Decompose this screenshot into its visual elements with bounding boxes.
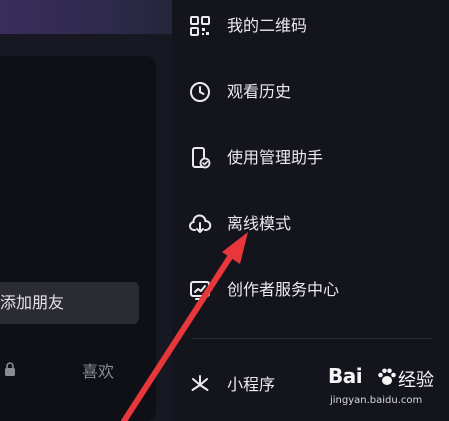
menu-item-creator-center[interactable]: 创作者服务中心 [172,268,449,312]
side-menu-drawer: 我的二维码 观看历史 使用管理助手 离线模式 创作者服务中心 小程序 [172,0,449,421]
qr-code-icon [190,16,210,36]
cloud-download-icon [189,214,212,233]
watermark: Bai 经验 jingyan.baidu.com [328,362,444,414]
menu-item-offline-mode[interactable]: 离线模式 [172,202,449,246]
phone-check-icon [192,147,211,169]
tab-likes[interactable]: 喜欢 [82,358,114,382]
add-friend-button[interactable]: 添加朋友 [0,282,139,324]
menu-item-label: 离线模式 [227,214,292,233]
watermark-url: jingyan.baidu.com [330,395,423,406]
menu-item-usage-assistant[interactable]: 使用管理助手 [172,136,449,180]
profile-header-background [0,0,172,34]
menu-item-label: 使用管理助手 [227,148,324,167]
paw-icon [378,368,396,385]
lock-icon [5,362,15,376]
menu-item-label: 我的二维码 [227,16,308,35]
menu-divider [191,338,433,339]
creator-chart-icon [190,281,210,300]
menu-item-label: 小程序 [227,375,276,394]
menu-item-watch-history[interactable]: 观看历史 [172,70,449,114]
menu-item-my-qr-code[interactable]: 我的二维码 [172,4,449,48]
mini-program-icon [191,375,209,391]
menu-item-label: 创作者服务中心 [227,280,340,299]
profile-card [0,56,156,421]
watermark-brand: Bai [328,364,363,388]
watermark-suffix: 经验 [398,370,434,391]
add-friend-label: 添加朋友 [0,293,65,312]
clock-icon [190,82,210,102]
menu-item-label: 观看历史 [227,82,292,101]
